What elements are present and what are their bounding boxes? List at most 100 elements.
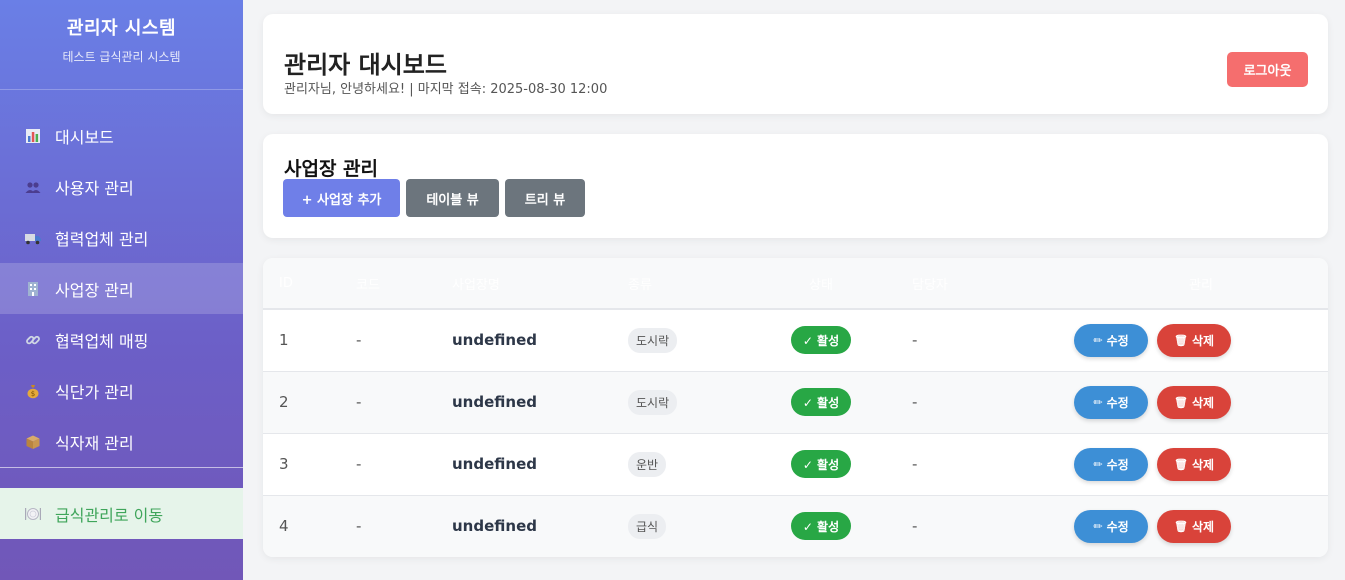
cell-code: - — [356, 393, 362, 411]
column-header-actions: 관리 — [1189, 277, 1213, 293]
trash-icon: 🗑 — [1173, 333, 1188, 347]
cell-type: 운반 — [609, 433, 746, 495]
cell-manager: - — [912, 393, 918, 411]
edit-button-label: 수정 — [1106, 333, 1129, 348]
pencil-icon: ✏ — [1093, 457, 1103, 471]
delete-button[interactable]: 🗑 삭제 — [1157, 447, 1231, 481]
trash-icon: 🗑 — [1173, 519, 1188, 533]
cell-name: undefined — [452, 455, 537, 473]
table-row: 3 - undefined 운반 ✓ 활성 - ✏ 수정 🗑 삭제 — [263, 433, 1328, 495]
sidebar-item-label: 사용자 관리 — [55, 178, 134, 198]
delete-button[interactable]: 🗑 삭제 — [1157, 385, 1231, 419]
cell-actions: ✏ 수정 🗑 삭제 — [1072, 433, 1328, 495]
table-row: 1 - undefined 도시락 ✓ 활성 - ✏ 수정 🗑 삭제 — [263, 309, 1328, 371]
sites-table-card: ID 코드 사업장명 종류 상태 담당자 관리 1 - undefined 도시… — [263, 258, 1328, 557]
sidebar-item-label: 대시보드 — [55, 127, 114, 147]
cell-id: 4 — [279, 517, 289, 536]
cell-name: undefined — [452, 393, 537, 411]
goto-meal-management-label: 급식관리로 이동 — [55, 505, 164, 525]
type-badge: 도시락 — [628, 327, 678, 353]
status-badge: ✓ 활성 — [790, 450, 852, 478]
column-header-code: 코드 — [356, 277, 380, 293]
table-view-button[interactable]: 테이블 뷰 — [406, 179, 499, 217]
header-card: 관리자 대시보드 관리자님, 안녕하세요! | 마지막 접속: 2025-08-… — [263, 14, 1328, 114]
table-header-row: ID 코드 사업장명 종류 상태 담당자 관리 — [263, 258, 1328, 309]
cell-type: 도시락 — [609, 371, 746, 433]
delete-button-label: 삭제 — [1191, 395, 1215, 410]
sidebar-item-label: 협력업체 매핑 — [55, 331, 149, 351]
package-icon — [24, 433, 42, 451]
cell-type: 도시락 — [609, 309, 746, 371]
column-header-status: 상태 — [809, 277, 833, 293]
delete-button[interactable]: 🗑 삭제 — [1157, 323, 1231, 357]
cell-actions: ✏ 수정 🗑 삭제 — [1072, 495, 1328, 557]
money-bag-icon: $ — [24, 382, 42, 400]
edit-button[interactable]: ✏ 수정 — [1074, 323, 1148, 357]
sidebar-item-dashboard[interactable]: 대시보드 — [0, 110, 243, 161]
pencil-icon: ✏ — [1093, 333, 1103, 347]
column-header-id: ID — [279, 275, 293, 291]
trash-icon: 🗑 — [1173, 457, 1188, 471]
cell-status: ✓ 활성 — [746, 371, 896, 433]
cell-manager: - — [912, 331, 918, 350]
delete-button-label: 삭제 — [1191, 519, 1215, 534]
logout-button[interactable]: 로그아웃 — [1227, 52, 1308, 87]
cell-manager: - — [912, 517, 918, 536]
bar-chart-icon — [24, 127, 42, 145]
truck-icon — [24, 229, 42, 247]
type-badge: 운반 — [628, 451, 667, 477]
type-badge: 도시락 — [628, 389, 678, 415]
cell-type: 급식 — [609, 495, 746, 557]
goto-meal-management-link[interactable]: 급식관리로 이동 — [0, 488, 243, 539]
welcome-text: 관리자님, 안녕하세요! | 마지막 접속: 2025-08-30 12:00 — [284, 82, 608, 97]
cell-code: - — [356, 455, 362, 473]
sidebar-item-ingredients[interactable]: 식자재 관리 — [0, 416, 243, 467]
edit-button[interactable]: ✏ 수정 — [1074, 509, 1148, 543]
status-badge: ✓ 활성 — [790, 326, 852, 355]
sidebar-item-sites[interactable]: 사업장 관리 — [0, 263, 243, 314]
column-header-type: 종류 — [628, 277, 652, 293]
edit-button[interactable]: ✏ 수정 — [1074, 447, 1148, 481]
status-badge: ✓ 활성 — [790, 512, 852, 541]
cell-name: undefined — [452, 517, 537, 536]
cell-code: - — [356, 331, 362, 350]
page-title: 관리자 대시보드 — [284, 51, 447, 79]
svg-text:$: $ — [31, 390, 35, 398]
cell-id: 3 — [279, 455, 289, 473]
plate-icon — [24, 505, 42, 523]
link-icon — [24, 331, 42, 349]
cell-id: 2 — [279, 393, 289, 411]
sidebar-item-partners[interactable]: 협력업체 관리 — [0, 212, 243, 263]
cell-manager: - — [912, 455, 918, 473]
tree-view-button[interactable]: 트리 뷰 — [505, 179, 585, 217]
type-badge: 급식 — [628, 513, 667, 539]
column-header-name: 사업장명 — [452, 277, 500, 293]
sidebar-item-label: 식단가 관리 — [55, 382, 134, 402]
cell-status: ✓ 활성 — [746, 309, 896, 371]
sidebar-item-partner-mapping[interactable]: 협력업체 매핑 — [0, 314, 243, 365]
cell-actions: ✏ 수정 🗑 삭제 — [1072, 371, 1328, 433]
add-site-button[interactable]: + 사업장 추가 — [283, 179, 400, 217]
edit-button[interactable]: ✏ 수정 — [1074, 385, 1148, 419]
column-header-manager: 담당자 — [912, 277, 948, 293]
cell-code: - — [356, 517, 362, 536]
cell-name: undefined — [452, 331, 537, 350]
building-icon — [24, 280, 42, 298]
sidebar-item-label: 식자재 관리 — [55, 433, 134, 453]
pencil-icon: ✏ — [1093, 519, 1103, 533]
section-title: 사업장 관리 — [284, 158, 379, 180]
edit-button-label: 수정 — [1106, 457, 1129, 472]
table-row: 4 - undefined 급식 ✓ 활성 - ✏ 수정 🗑 삭제 — [263, 495, 1328, 557]
edit-button-label: 수정 — [1106, 519, 1129, 534]
users-icon — [24, 178, 42, 196]
sidebar-subtitle: 테스트 급식관리 시스템 — [62, 50, 181, 64]
pencil-icon: ✏ — [1093, 395, 1103, 409]
sites-table: ID 코드 사업장명 종류 상태 담당자 관리 1 - undefined 도시… — [263, 258, 1328, 557]
cell-actions: ✏ 수정 🗑 삭제 — [1072, 309, 1328, 371]
cell-id: 1 — [279, 331, 289, 350]
sidebar-item-meal-price[interactable]: $ 식단가 관리 — [0, 365, 243, 416]
delete-button[interactable]: 🗑 삭제 — [1157, 509, 1231, 543]
delete-button-label: 삭제 — [1191, 457, 1215, 472]
sidebar-title: 관리자 시스템 — [66, 18, 177, 39]
sidebar-item-users[interactable]: 사용자 관리 — [0, 161, 243, 212]
